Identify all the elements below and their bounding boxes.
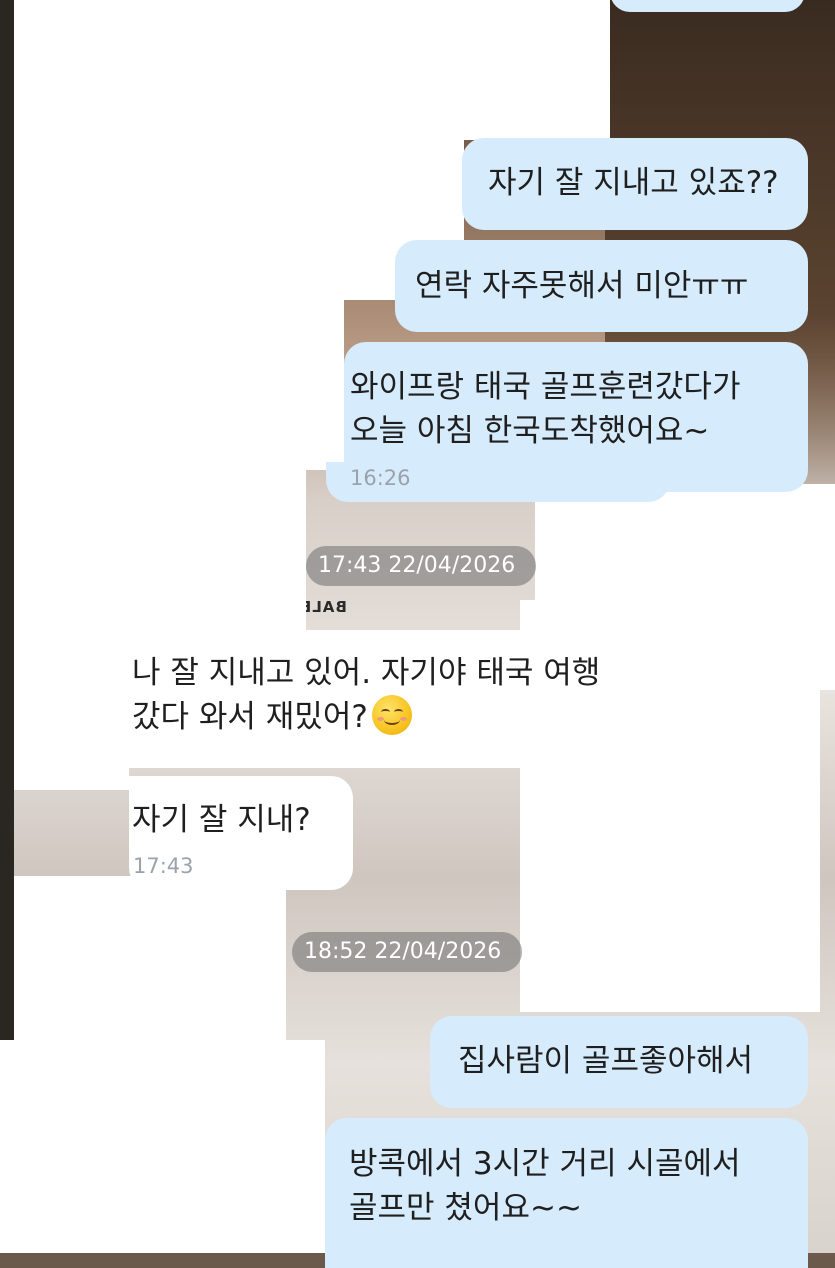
message-text: 갔다 와서 재밌어?: [132, 699, 368, 735]
outgoing-message[interactable]: 연락 자주못해서 미안ㅠㅠ: [395, 240, 808, 332]
message-text-line: 나 잘 지내고 있어. 자기야 태국 여행: [132, 655, 601, 691]
redaction-block: [14, 0, 610, 140]
message-text-line: 오늘 아침 한국도착했어요~: [350, 413, 710, 449]
message-text: 연락 자주못해서 미안ㅠㅠ: [415, 268, 749, 304]
message-text-line: 방콕에서 3시간 거리 시골에서: [349, 1146, 741, 1182]
shirt-print-text: BALE: [300, 598, 347, 616]
message-timestamp: 16:26: [350, 466, 411, 490]
message-timestamp: 17:43: [133, 854, 194, 878]
message-text: 자기 잘 지내?: [132, 802, 311, 838]
redaction-block: [320, 0, 610, 4]
background-edge: [0, 0, 14, 1040]
incoming-message[interactable]: 나 잘 지내고 있어. 자기야 태국 여행 갔다 와서 재밌어?: [129, 630, 665, 768]
redaction-block: [14, 876, 286, 1041]
outgoing-bubble-partial: [610, 0, 805, 12]
message-text-line: 갔다 와서 재밌어?: [132, 695, 665, 739]
redaction-block: [535, 484, 835, 604]
outgoing-message[interactable]: 자기 잘 지내고 있죠??: [462, 138, 808, 230]
message-text: 집사람이 골프좋아해서: [458, 1043, 754, 1079]
redaction-block: [14, 300, 344, 470]
redaction-block: [14, 470, 306, 630]
date-separator: 18:52 22/04/2026: [292, 932, 522, 972]
redaction-block: [14, 876, 286, 896]
message-text-line: 골프만 쳤어요~~: [349, 1190, 582, 1226]
outgoing-message[interactable]: 집사람이 골프좋아해서: [430, 1016, 808, 1108]
redaction-block: [0, 1040, 325, 1253]
message-text: 자기 잘 지내고 있죠??: [488, 165, 779, 201]
outgoing-message[interactable]: 방콕에서 3시간 거리 시골에서 골프만 쳤어요~~: [325, 1118, 808, 1268]
message-text-line: 와이프랑 태국 골프훈련갔다가: [350, 369, 741, 405]
date-separator: 17:43 22/04/2026: [306, 546, 536, 586]
redaction-block: [14, 630, 129, 790]
smiling-face-icon: [371, 695, 412, 735]
